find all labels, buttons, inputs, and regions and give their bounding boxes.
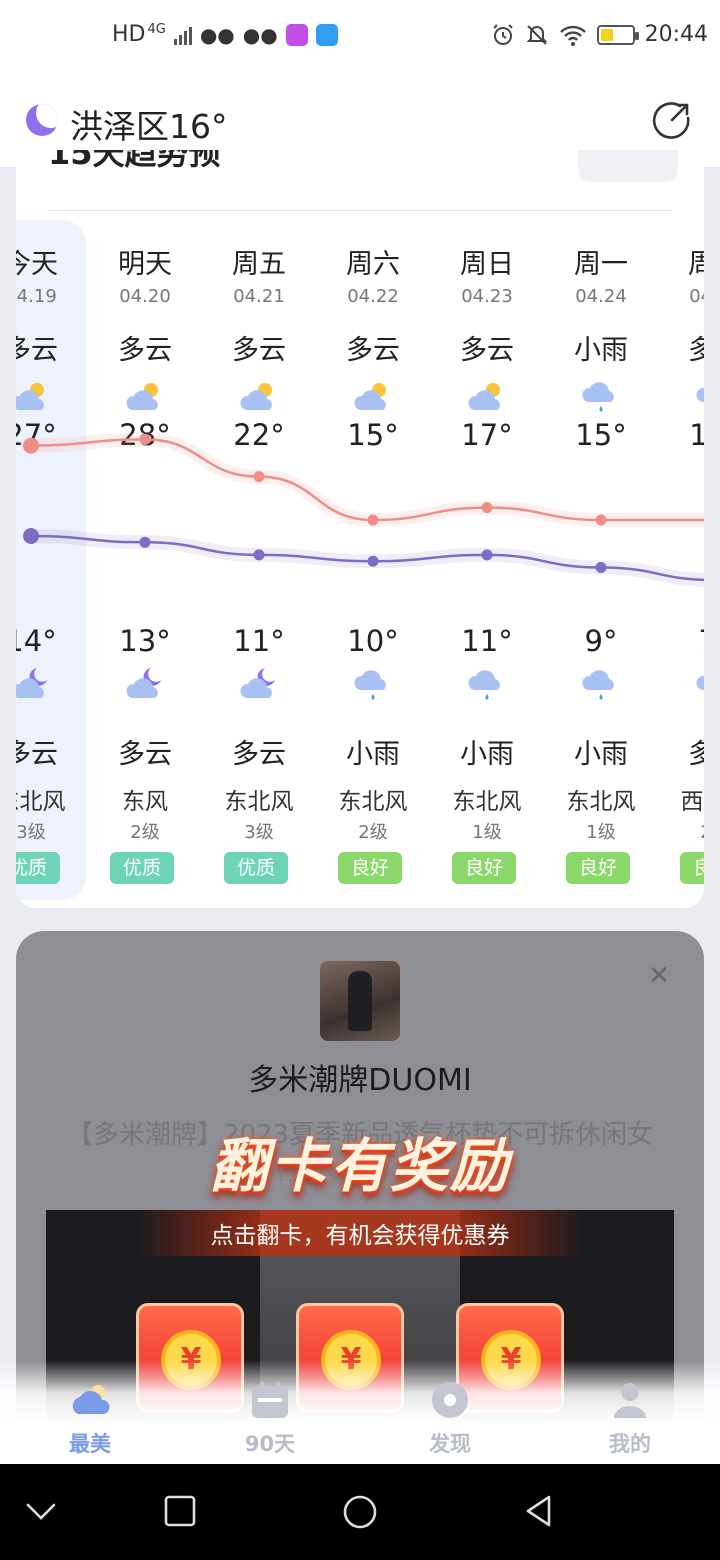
battery-icon: [596, 24, 639, 45]
wechat-icon: ●●: [199, 22, 235, 47]
forecast-title: 15天趋势预报: [48, 150, 221, 172]
network-type: 4G: [147, 22, 166, 37]
temperature-curves: [23, 432, 704, 587]
high-temp-line-point: [595, 514, 607, 526]
ad-banner-text: 点击翻卡，有机会获得优惠券: [210, 1223, 510, 1249]
forecast-switch-pill[interactable]: [578, 150, 678, 182]
nav-item-home[interactable]: 最美: [30, 1380, 150, 1458]
high-temp-line-point: [23, 437, 39, 454]
mute-icon: [526, 24, 548, 45]
low-temp-line-point: [23, 528, 39, 544]
triangle-back-icon[interactable]: [522, 1494, 556, 1528]
moon-icon: [26, 104, 58, 136]
ad-headline: 翻卡有奖励: [209, 1132, 510, 1200]
nav-item-profile[interactable]: 我的: [570, 1380, 690, 1458]
weather-cloud-icon: [68, 1380, 112, 1420]
current-temperature: 16°: [169, 107, 228, 146]
low-temp-line-point: [367, 555, 379, 567]
discover-icon: [428, 1380, 472, 1420]
nav-label: 最美: [69, 1432, 111, 1456]
status-left: HD 4G ●● ●●: [112, 22, 338, 47]
low-temp-line-point: [481, 549, 493, 561]
square-recent-icon[interactable]: [163, 1494, 197, 1528]
ad-thumbnail[interactable]: [320, 961, 400, 1041]
divider: [48, 210, 672, 211]
nav-label: 发现: [429, 1432, 471, 1456]
low-temp-line-point: [253, 549, 265, 561]
nav-label: 我的: [609, 1432, 651, 1456]
network-label: HD: [112, 22, 146, 47]
ad-brand: 多米潮牌DUOMI: [248, 1063, 472, 1098]
low-temp-line-point: [139, 536, 151, 548]
alarm-icon: [492, 23, 513, 45]
location-title[interactable]: 洪泽区16°: [70, 100, 228, 148]
close-icon[interactable]: ✕: [648, 961, 670, 991]
nav-item-90days[interactable]: 90天: [210, 1380, 330, 1458]
high-temp-line-point: [253, 471, 265, 483]
high-temp-line-point: [481, 502, 493, 514]
high-temp-line-point: [139, 433, 151, 445]
shield-app-icon: [315, 23, 338, 46]
nav-item-discover[interactable]: 发现: [390, 1380, 510, 1458]
low-temp-line-point: [595, 562, 607, 573]
high-temp-line-glow: [30, 432, 704, 528]
circle-home-icon[interactable]: [342, 1494, 378, 1530]
system-nav-bar: [0, 1464, 720, 1560]
high-temp-line: [30, 438, 704, 522]
signal-icon: [173, 25, 192, 45]
share-icon[interactable]: [652, 100, 692, 140]
forecast-card: 15天趋势预报 今天04.19多云27°14°多云东北风3级优质明天04.20多…: [16, 150, 704, 908]
nav-label: 90天: [244, 1432, 296, 1456]
calendar-icon: [248, 1380, 292, 1420]
status-right: 20:44: [491, 22, 708, 47]
status-bar: HD 4G ●● ●● 20:44: [0, 0, 720, 72]
high-temp-line-point: [367, 514, 379, 526]
app-icon: [285, 23, 308, 46]
wifi-icon: [559, 25, 586, 46]
location-name: 洪泽区: [70, 107, 169, 146]
wechat-icon: ●●: [242, 22, 278, 47]
profile-icon: [608, 1380, 652, 1420]
back-chevron-icon[interactable]: [24, 1494, 58, 1528]
status-time: 20:44: [644, 22, 708, 47]
